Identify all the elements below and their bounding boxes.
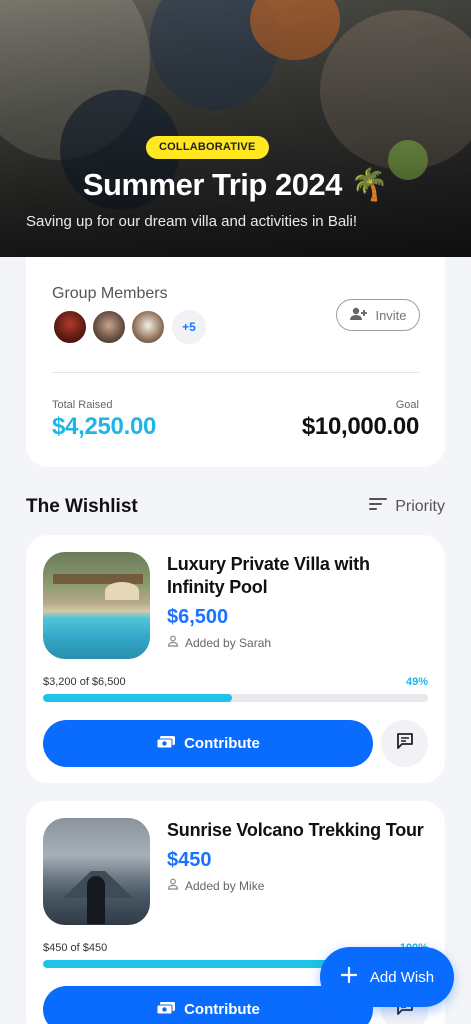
hero-banner: COLLABORATIVE Summer Trip 2024 🌴 Saving … xyxy=(0,0,471,257)
item-image xyxy=(43,818,150,925)
group-members-label: Group Members xyxy=(52,285,168,302)
added-by-text: Added by Mike xyxy=(185,878,265,893)
comment-button[interactable] xyxy=(381,720,428,767)
item-added-by: Added by Mike xyxy=(167,878,264,893)
person-icon xyxy=(167,878,179,893)
added-by-text: Added by Sarah xyxy=(185,635,272,650)
progress-percent: 49% xyxy=(405,676,428,688)
item-added-by: Added by Sarah xyxy=(167,635,271,650)
avatar[interactable] xyxy=(91,309,127,345)
sort-icon xyxy=(369,497,388,516)
money-icon xyxy=(156,735,176,753)
person-icon xyxy=(167,635,179,650)
more-members-count[interactable]: +5 xyxy=(172,310,206,344)
progress-amount: $450 of $450 xyxy=(43,942,108,954)
contribute-button[interactable]: Contribute xyxy=(43,720,373,767)
goal-value: $10,000.00 xyxy=(301,413,419,440)
total-raised-value: $4,250.00 xyxy=(52,413,157,440)
progress-bar xyxy=(43,694,428,702)
progress-amount: $3,200 of $6,500 xyxy=(43,676,126,688)
item-name: Sunrise Volcano Trekking Tour xyxy=(167,820,424,840)
plus-icon xyxy=(340,966,358,988)
sort-priority-button[interactable]: Priority xyxy=(369,497,445,516)
group-summary-card: Group Members +5 Invite Total Raised $4,… xyxy=(26,257,445,467)
avatar[interactable] xyxy=(130,309,166,345)
add-wish-button[interactable]: Add Wish xyxy=(320,947,454,1007)
member-avatars[interactable]: +5 xyxy=(52,309,206,345)
item-image xyxy=(43,552,150,659)
collaborative-badge: COLLABORATIVE xyxy=(146,136,269,159)
money-icon xyxy=(156,1001,176,1019)
person-add-icon xyxy=(349,307,368,324)
invite-label: Invite xyxy=(375,307,407,323)
total-raised-label: Total Raised xyxy=(52,399,113,411)
contribute-label: Contribute xyxy=(184,735,260,752)
item-name: Luxury Private Villa with Infinity Pool xyxy=(167,554,370,597)
wishlist-item: Luxury Private Villa with Infinity Pool … xyxy=(26,535,445,783)
avatar[interactable] xyxy=(52,309,88,345)
wishlist-title: The Wishlist xyxy=(26,496,138,517)
invite-button[interactable]: Invite xyxy=(336,299,420,331)
comment-icon xyxy=(395,731,415,756)
trip-subtitle: Saving up for our dream villa and activi… xyxy=(26,213,357,230)
sort-label: Priority xyxy=(395,497,445,515)
divider xyxy=(52,372,419,373)
add-wish-label: Add Wish xyxy=(369,968,435,986)
item-price: $6,500 xyxy=(167,606,229,628)
goal-label: Goal xyxy=(395,399,419,411)
item-price: $450 xyxy=(167,849,212,871)
contribute-label: Contribute xyxy=(184,1001,260,1018)
progress-bar-fill xyxy=(43,694,232,702)
trip-title: Summer Trip 2024 🌴 xyxy=(82,167,389,202)
